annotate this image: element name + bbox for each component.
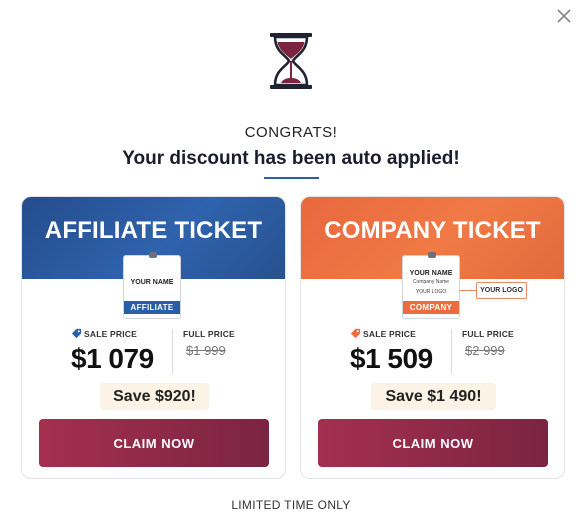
price-divider [172, 329, 173, 374]
badge-logo-text: YOUR LOGO [415, 289, 447, 295]
badge-strip: AFFILIATE [124, 301, 180, 314]
claim-now-button[interactable]: CLAIM NOW [39, 419, 269, 467]
badge-strip: COMPANY [403, 301, 459, 314]
sale-price-label: SALE PRICE [363, 329, 417, 339]
badge-clip [149, 252, 157, 258]
affiliate-price-row: SALE PRICE $1 079 FULL PRICE $1 999 [22, 328, 285, 379]
savings-badge: Save $1 490! [371, 383, 496, 410]
badge-clip [428, 252, 436, 258]
full-price: $1 999 [186, 343, 226, 358]
savings-badge: Save $920! [100, 383, 209, 410]
limited-time-note: LIMITED TIME ONLY [231, 498, 351, 512]
affiliate-badge-illustration: YOUR NAME AFFILIATE [123, 252, 181, 319]
full-price-label: FULL PRICE [462, 329, 514, 339]
badge-name: YOUR NAME [130, 279, 174, 286]
sale-price: $1 509 [350, 343, 433, 374]
company-ticket-card: COMPANY TICKET YOUR NAME Company Name YO… [300, 196, 565, 479]
price-tag-icon [71, 328, 82, 339]
logo-callout: YOUR LOGO [476, 282, 527, 299]
sale-price-label: SALE PRICE [84, 329, 138, 339]
discount-headline: Your discount has been auto applied! [122, 148, 460, 169]
company-price-row: SALE PRICE $1 509 FULL PRICE $2 999 [301, 328, 564, 379]
affiliate-ticket-card: AFFILIATE TICKET YOUR NAME AFFILIATE SAL… [21, 196, 286, 479]
full-price-label: FULL PRICE [183, 329, 235, 339]
affiliate-ticket-title: AFFILIATE TICKET [44, 217, 263, 244]
full-price: $2 999 [465, 343, 505, 358]
sale-price: $1 079 [71, 343, 154, 374]
congrats-label: CONGRATS! [244, 124, 338, 141]
logo-callout-line [459, 290, 476, 291]
company-ticket-title: COMPANY TICKET [324, 217, 541, 244]
company-badge-illustration: YOUR NAME Company Name YOUR LOGO COMPANY [402, 252, 460, 319]
price-divider [451, 329, 452, 374]
close-icon[interactable] [554, 6, 574, 26]
title-divider [264, 177, 319, 179]
badge-company-name: Company Name [412, 279, 450, 285]
hourglass-icon [270, 33, 312, 89]
badge-name: YOUR NAME [409, 270, 453, 277]
price-tag-icon [350, 328, 361, 339]
claim-now-button[interactable]: CLAIM NOW [318, 419, 548, 467]
